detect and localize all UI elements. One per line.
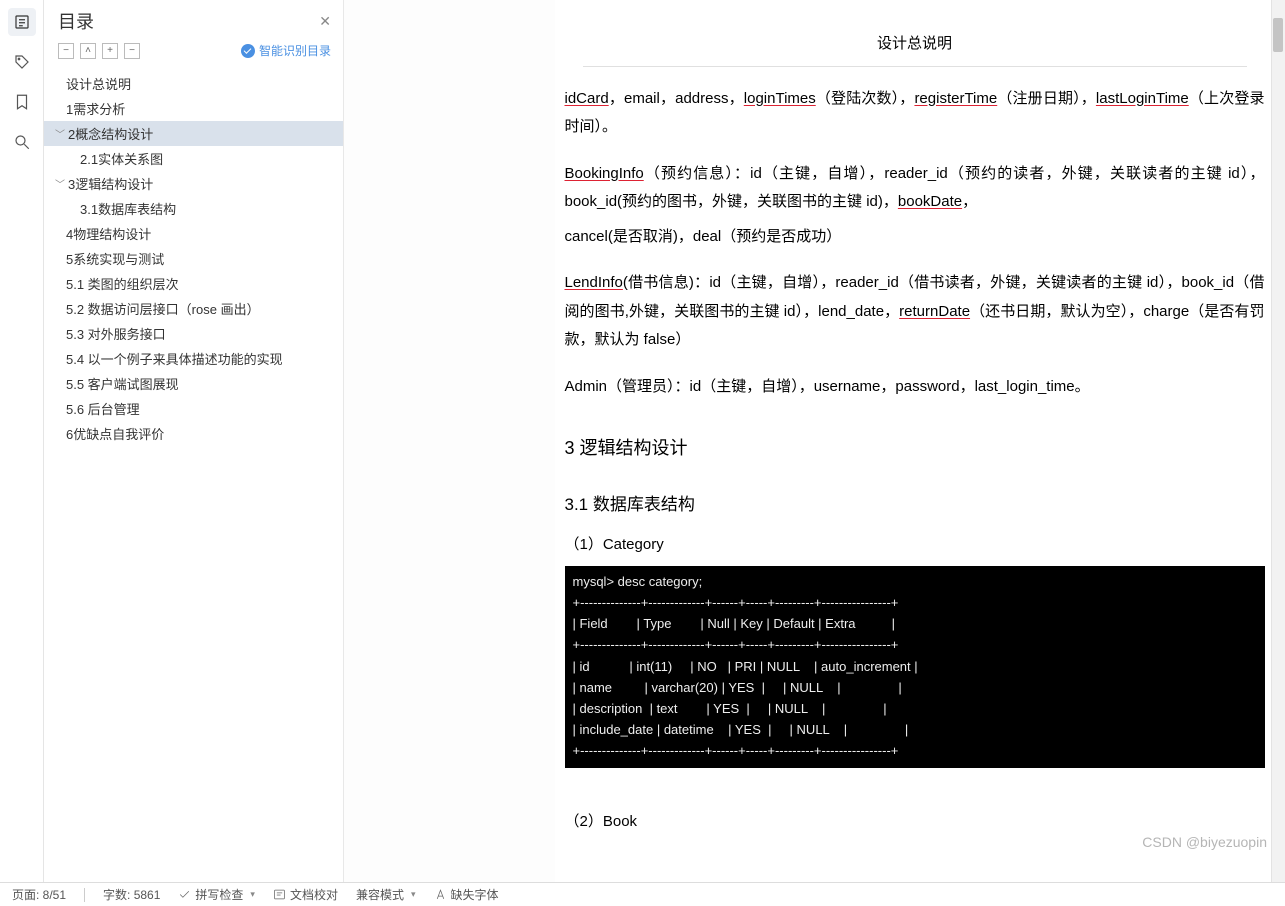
bookmark-icon[interactable] [8, 88, 36, 116]
toc-item[interactable]: 5.2 数据访问层接口（rose 画出） [44, 296, 343, 321]
page-title: 设计总说明 [565, 0, 1265, 66]
paragraph: idCard，email，address，loginTimes（登陆次数），re… [565, 85, 1265, 142]
search-icon[interactable] [8, 128, 36, 156]
smart-outline-label: 智能识别目录 [259, 42, 331, 59]
expand-all-icon[interactable]: − [58, 43, 74, 59]
proofread-button[interactable]: 文档校对 [273, 886, 338, 903]
paragraph: cancel(是否取消)，deal（预约是否成功） [565, 223, 1265, 252]
chevron-down-icon: ﹀ [54, 126, 66, 141]
toc-item[interactable]: 3.1数据库表结构 [44, 196, 343, 221]
paragraph: Admin（管理员）：id（主键，自增），username，password，l… [565, 373, 1265, 402]
compat-mode-button[interactable]: 兼容模式 [356, 886, 416, 903]
section-heading: 3 逻辑结构设计 [565, 431, 1265, 465]
toc-item[interactable]: ﹀3逻辑结构设计 [44, 171, 343, 196]
toc-item[interactable]: 5.5 客户端试图展现 [44, 371, 343, 396]
document-area: 设计总说明 idCard，email，address，loginTimes（登陆… [344, 0, 1285, 882]
outline-icon[interactable] [8, 8, 36, 36]
toc-item[interactable]: 5.6 后台管理 [44, 396, 343, 421]
toc-item[interactable]: 5系统实现与测试 [44, 246, 343, 271]
item-heading: （1）Category [565, 531, 1265, 560]
spellcheck-button[interactable]: 拼写检查 [178, 886, 255, 903]
page-indicator: 页面: 8/51 [12, 886, 66, 903]
item-heading: （2）Book [565, 808, 1265, 837]
document-page: 设计总说明 idCard，email，address，loginTimes（登陆… [555, 0, 1275, 882]
left-icon-rail [0, 0, 44, 882]
toc-list: 设计总说明 1需求分析 ﹀2概念结构设计 2.1实体关系图 ﹀3逻辑结构设计 3… [44, 67, 343, 882]
collapse-all-icon[interactable]: ˄ [80, 43, 96, 59]
toc-item[interactable]: 2.1实体关系图 [44, 146, 343, 171]
word-count: 字数: 5861 [103, 886, 160, 903]
subsection-heading: 3.1 数据库表结构 [565, 489, 1265, 521]
toc-item[interactable]: 5.3 对外服务接口 [44, 321, 343, 346]
paragraph: BookingInfo（预约信息）：id（主键，自增），reader_id（预约… [565, 160, 1265, 217]
toc-item[interactable]: 6优缺点自我评价 [44, 421, 343, 446]
check-icon [241, 44, 255, 58]
tag-icon[interactable] [8, 48, 36, 76]
add-node-icon[interactable]: + [102, 43, 118, 59]
toc-item[interactable]: 4物理结构设计 [44, 221, 343, 246]
toc-item[interactable]: 设计总说明 [44, 71, 343, 96]
close-icon[interactable]: ✕ [319, 13, 331, 30]
outline-title: 目录 [58, 8, 94, 34]
terminal-block: mysql> desc category; +--------------+--… [565, 566, 1265, 768]
paragraph: LendInfo(借书信息)：id（主键，自增），reader_id（借书读者，… [565, 269, 1265, 355]
chevron-down-icon: ﹀ [54, 176, 66, 191]
outline-panel: 目录 ✕ − ˄ + − 智能识别目录 设计总说明 1需求分析 ﹀2概念结构设计… [44, 0, 344, 882]
toc-item[interactable]: 1需求分析 [44, 96, 343, 121]
remove-node-icon[interactable]: − [124, 43, 140, 59]
status-bar: 页面: 8/51 字数: 5861 拼写检查 文档校对 兼容模式 缺失字体 [0, 882, 1285, 906]
toc-item[interactable]: 5.1 类图的组织层次 [44, 271, 343, 296]
toc-item[interactable]: ﹀2概念结构设计 [44, 121, 343, 146]
scrollbar[interactable] [1271, 0, 1285, 882]
toc-item[interactable]: 5.4 以一个例子来具体描述功能的实现 [44, 346, 343, 371]
missing-font-button[interactable]: 缺失字体 [434, 886, 499, 903]
smart-outline-button[interactable]: 智能识别目录 [241, 42, 331, 59]
